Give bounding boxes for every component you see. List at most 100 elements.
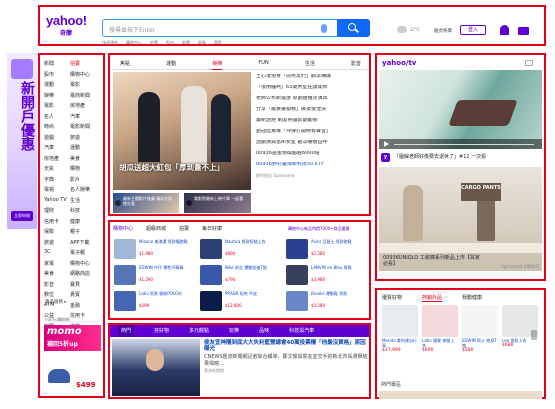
tab-super-mall[interactable]: 超級商城 bbox=[146, 225, 166, 232]
shop-promo[interactable]: 購物中心新品特價7000+商品優惠 bbox=[288, 226, 370, 232]
product-name[interactable]: Lativ 男款 條紋POLO衫 bbox=[139, 291, 195, 296]
sidebar-item[interactable]: 數位 bbox=[44, 291, 70, 298]
product-image[interactable] bbox=[200, 291, 222, 311]
headline[interactable]: 00936基金規模超越6000億 bbox=[256, 151, 370, 157]
quick-link[interactable]: 新聞 bbox=[182, 40, 190, 46]
sidebar-item[interactable]: 理財 bbox=[44, 207, 70, 214]
tab-auction[interactable]: 拍賣 bbox=[179, 225, 189, 232]
product-name[interactable]: EDWIN 男士 修身T恤 bbox=[462, 338, 498, 348]
sidebar-item[interactable]: 購物中心 bbox=[70, 260, 98, 267]
tab-opinions[interactable]: 多元觀點 bbox=[189, 325, 209, 337]
product-card[interactable]: Lativ 男款 條紋POLO衫 $299 bbox=[113, 289, 198, 315]
left-ad-banner[interactable]: 新開戶優惠 立即申辦 bbox=[7, 53, 37, 229]
sidebar-item[interactable]: 信用卡 bbox=[44, 218, 70, 225]
quick-link[interactable]: 電影 bbox=[214, 40, 222, 46]
product-name[interactable]: Nautica 男款短袖上衣 bbox=[225, 239, 281, 244]
sidebar-item[interactable]: 名人 bbox=[44, 113, 70, 120]
product-image[interactable] bbox=[286, 239, 308, 259]
sidebar-item[interactable]: Yahoo TV bbox=[44, 197, 70, 204]
bottom-headline[interactable]: 侯友宜神隱到底大大失利藍營總會40萬投票權「他最沒資格」原因曝光 bbox=[204, 340, 369, 352]
product-image[interactable] bbox=[382, 305, 418, 337]
camera-icon[interactable] bbox=[525, 60, 533, 66]
sidebar-item[interactable]: 時尚 bbox=[44, 123, 70, 130]
sidebar-item[interactable]: 新聞 bbox=[44, 60, 70, 67]
sidebar-item[interactable]: 3C bbox=[44, 249, 70, 256]
tab-good-items[interactable]: 優質好物 bbox=[382, 294, 402, 302]
product-image[interactable] bbox=[286, 265, 308, 285]
sidebar-item[interactable]: 美食 bbox=[70, 155, 98, 162]
next-arrow-icon[interactable] bbox=[531, 330, 537, 340]
main-news-photo[interactable]: 胡瓜送超大紅包「厚到蓋不上」 bbox=[113, 72, 251, 190]
sidebar-item[interactable]: 旅遊 bbox=[44, 239, 70, 246]
product-card[interactable]: LANVIN en Bleu 男鞋 $3,980 bbox=[285, 263, 370, 289]
video-title[interactable]: y 「圖解老師好像要去退休了」#12 一次看 bbox=[381, 153, 543, 162]
sidebar-item[interactable]: 房地產 bbox=[44, 155, 70, 162]
product-image[interactable] bbox=[462, 305, 498, 337]
headline[interactable]: 最新話題 網友熱議影劇動態 bbox=[256, 118, 370, 124]
product-image[interactable] bbox=[200, 265, 222, 285]
quick-link[interactable]: 購物中心 bbox=[126, 40, 142, 46]
bell-icon[interactable] bbox=[500, 25, 509, 35]
product-card[interactable]: Mizuno 美津濃 男款慢跑鞋 $1,980 bbox=[113, 237, 198, 263]
tab-taste[interactable]: 品味 bbox=[259, 325, 269, 337]
sidebar-item[interactable]: 電視 bbox=[44, 186, 70, 193]
tab-focus[interactable]: 焦點 bbox=[120, 60, 130, 69]
sidebar-item[interactable]: 信用卡 bbox=[70, 312, 98, 319]
product-name[interactable]: LANVIN en Bleu 男鞋 bbox=[311, 265, 367, 270]
sidebar-item[interactable]: 電影 bbox=[70, 81, 98, 88]
product-name[interactable]: PRADA 短夾 牛皮 bbox=[225, 291, 281, 296]
video-controls[interactable] bbox=[379, 139, 542, 149]
sidebar-item[interactable]: 健康 bbox=[70, 218, 98, 225]
sidebar-item[interactable]: 字典 bbox=[44, 176, 70, 183]
tab-daily-deals[interactable]: 每日好康 bbox=[202, 225, 222, 232]
cap-product-image[interactable] bbox=[48, 369, 70, 383]
sidebar-item[interactable]: 貴賓 bbox=[70, 291, 98, 298]
tab-hot-items[interactable]: 熱銷外品 bbox=[422, 294, 443, 302]
quick-link[interactable]: 拍賣 bbox=[150, 40, 158, 46]
tab-entertainment[interactable]: 娛樂 bbox=[212, 60, 223, 70]
headline[interactable]: 分享「最貴蘿蔔糕」挨批後澄清 bbox=[256, 107, 370, 113]
product-name[interactable]: Brooks 運動鞋 男款 bbox=[311, 291, 367, 296]
product-image[interactable] bbox=[422, 305, 458, 337]
product-card[interactable]: Nike 耐吉 運動短袖T恤 $790 bbox=[199, 263, 284, 289]
uniqlo-ad[interactable]: CARGO PANTS 00936UNIQLO 工裝褲系列新品上市【買家必看】 … bbox=[379, 167, 542, 271]
product-item[interactable]: Merida 美利達自行車 $17,999 bbox=[382, 305, 418, 361]
sidebar-item[interactable]: 電子報 bbox=[70, 249, 98, 256]
sidebar-item[interactable]: 遊戲 bbox=[44, 134, 70, 141]
tab-sports[interactable]: 運動 bbox=[166, 60, 176, 69]
sidebar-item[interactable]: 運動 bbox=[70, 144, 98, 151]
yahoo-tv-logo[interactable]: yahoo/tv bbox=[382, 59, 416, 67]
login-button[interactable]: 登入 bbox=[460, 25, 486, 35]
microphone-icon[interactable] bbox=[321, 24, 327, 33]
tab-mall[interactable]: 購物中心 bbox=[113, 225, 133, 232]
sidebar-item[interactable]: 生活 bbox=[70, 197, 98, 204]
product-image[interactable] bbox=[114, 291, 136, 311]
headline[interactable]: 「很用腦啊」63歲男星狂讚成熟 bbox=[256, 85, 370, 91]
product-card[interactable]: PRADA 短夾 牛皮 $12,800 bbox=[199, 289, 284, 315]
product-image[interactable] bbox=[114, 265, 136, 285]
sidebar-item[interactable]: 娛樂 bbox=[44, 92, 70, 99]
yahoo-logo[interactable]: yahoo! bbox=[46, 14, 87, 27]
quick-link[interactable]: 股市 bbox=[166, 40, 174, 46]
sidebar-item[interactable]: 電商新聞 bbox=[70, 92, 98, 99]
product-item[interactable]: Lativ 優質 休閒上衣 $690 bbox=[422, 305, 458, 361]
sidebar-item[interactable]: 家電 bbox=[44, 260, 70, 267]
more-services-link[interactable]: 更多服務 ▸ bbox=[45, 299, 67, 305]
product-image[interactable] bbox=[286, 291, 308, 311]
headline[interactable]: 老師公布新進度 原劇團確定演出 bbox=[256, 96, 370, 102]
product-image[interactable] bbox=[200, 239, 222, 259]
video-thumb[interactable]: 最新主題影片推薦 精彩片段搶先看 bbox=[113, 193, 179, 213]
quick-link[interactable]: 氣象 bbox=[198, 40, 206, 46]
sidebar-item[interactable]: 房地產 bbox=[70, 102, 98, 109]
sidebar-item[interactable]: 名人娛樂 bbox=[70, 186, 98, 193]
headline[interactable]: 王心凌現身「前男友們」觀眾嗨爆 bbox=[256, 74, 370, 80]
sidebar-item[interactable]: 電影 bbox=[44, 102, 70, 109]
sidebar-item[interactable]: 購物 bbox=[70, 165, 98, 172]
sidebar-item[interactable]: 拍賣 bbox=[70, 60, 98, 67]
sidebar-item[interactable]: 汽車 bbox=[44, 144, 70, 151]
search-button[interactable] bbox=[337, 19, 370, 37]
product-card[interactable]: Brooks 運動鞋 男款 $3,280 bbox=[285, 289, 370, 315]
product-card[interactable]: Asics 亞瑟士 男款跑鞋 $2,380 bbox=[285, 237, 370, 263]
product-card[interactable]: EDWIN 牛仔 彈性丹寧褲 $1,290 bbox=[113, 263, 198, 289]
headline[interactable]: 劉冠廷驚曝「沖澡打開時有聲音」 bbox=[256, 129, 370, 135]
